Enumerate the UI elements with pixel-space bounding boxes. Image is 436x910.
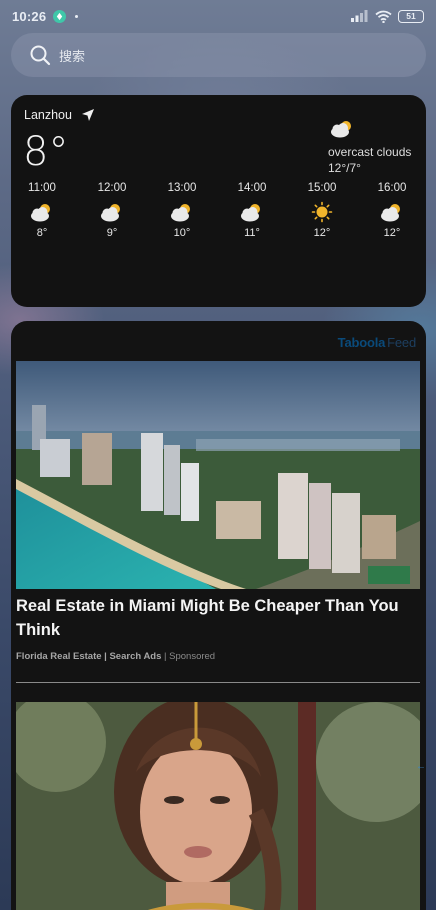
partly-cloudy-icon bbox=[101, 204, 120, 222]
hourly-forecast: 11:00 8° 12:00 9° 13:00 10° 14:00 11° 15… bbox=[11, 182, 426, 252]
hour-temp: 10° bbox=[173, 227, 191, 239]
ad-image-portrait[interactable] bbox=[16, 702, 420, 910]
sun-icon bbox=[311, 201, 333, 223]
hourly-item: 16:00 12° bbox=[362, 182, 422, 239]
ad-publisher: Florida Real Estate | Search Ads bbox=[16, 651, 162, 662]
search-bar[interactable]: 搜索 bbox=[11, 33, 426, 77]
hour-temp: 12° bbox=[313, 227, 331, 239]
feed-divider bbox=[16, 682, 420, 683]
taboola-brand: Taboola bbox=[337, 335, 386, 350]
hourly-item: 14:00 11° bbox=[222, 182, 282, 239]
status-bar: 10:26 51 bbox=[0, 0, 436, 32]
ad-image-miami-skyline[interactable] bbox=[16, 361, 420, 589]
hourly-item: 15:00 12° bbox=[292, 182, 352, 239]
city-name: Lanzhou bbox=[24, 108, 72, 122]
partly-cloudy-icon bbox=[31, 204, 50, 222]
battery-level: 51 bbox=[406, 11, 416, 21]
sponsored-label: Sponsored bbox=[169, 651, 216, 662]
hour-temp: 9° bbox=[106, 227, 118, 239]
search-placeholder: 搜索 bbox=[59, 48, 86, 64]
wifi-icon bbox=[375, 10, 392, 23]
battery-icon: 51 bbox=[398, 9, 424, 23]
hour-time: 12:00 bbox=[97, 182, 127, 194]
signal-icon bbox=[351, 10, 368, 22]
taboola-feed-logo[interactable]: Taboola Feed bbox=[337, 335, 417, 350]
hour-time: 11:00 bbox=[28, 182, 56, 194]
hour-time: 14:00 bbox=[237, 182, 267, 194]
hour-temp: 11° bbox=[244, 227, 260, 239]
location-arrow-icon bbox=[81, 109, 94, 121]
notification-dot-icon bbox=[75, 14, 79, 18]
partly-cloudy-icon bbox=[381, 204, 400, 222]
partly-cloudy-icon bbox=[171, 204, 190, 222]
status-time: 10:26 bbox=[12, 8, 47, 24]
hourly-item: 11:00 8° bbox=[12, 182, 72, 239]
hour-time: 13:00 bbox=[167, 182, 197, 194]
search-icon bbox=[30, 45, 51, 66]
hourly-item: 12:00 9° bbox=[82, 182, 142, 239]
edge-hint-arrow-icon: ← bbox=[416, 761, 426, 772]
current-temperature: 8° bbox=[23, 129, 69, 175]
taboola-feed-label: Feed bbox=[387, 335, 416, 350]
news-feed[interactable]: Taboola Feed Real Estate in Miami Might … bbox=[11, 321, 426, 910]
miami-aerial-photo bbox=[16, 361, 420, 589]
hour-time: 16:00 bbox=[377, 182, 407, 194]
status-indicators: 51 bbox=[351, 9, 424, 23]
temperature-range: 12°/7° bbox=[328, 161, 361, 175]
hour-temp: 8° bbox=[36, 227, 48, 239]
weather-location: Lanzhou bbox=[24, 108, 95, 122]
partly-cloudy-icon bbox=[241, 204, 260, 222]
portrait-photo bbox=[16, 702, 420, 910]
overcast-clouds-icon bbox=[331, 121, 351, 138]
hour-time: 15:00 bbox=[307, 182, 337, 194]
app-notification-icon bbox=[53, 9, 67, 23]
ad-headline[interactable]: Real Estate in Miami Might Be Cheaper Th… bbox=[16, 594, 421, 642]
ad-source: Florida Real Estate | Search Ads | Spons… bbox=[16, 651, 216, 662]
weather-condition: overcast clouds bbox=[328, 145, 412, 159]
weather-widget[interactable]: Lanzhou 8° overcast clouds 12°/7° 11:00 … bbox=[11, 95, 426, 307]
hourly-item: 13:00 10° bbox=[152, 182, 212, 239]
hour-temp: 12° bbox=[383, 227, 401, 239]
